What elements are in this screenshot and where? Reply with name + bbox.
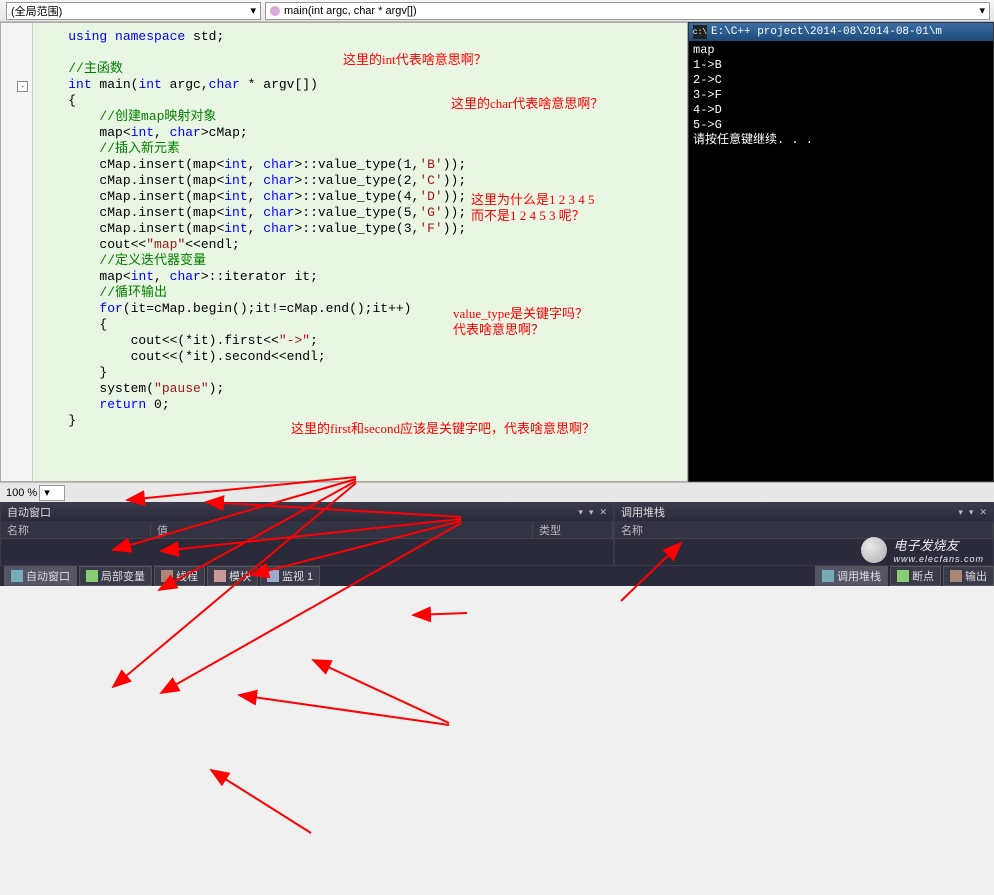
scope-text: (全局范围) (11, 3, 62, 19)
bottom-panels: 自动窗口 名称 值 类型 调用堆栈 名称 (0, 502, 994, 566)
zoom-value: 100 % (6, 487, 37, 499)
tab-label: 输出 (965, 568, 987, 584)
chevron-down-icon: ▾ (250, 4, 256, 17)
tab-label: 调用堆栈 (837, 568, 881, 584)
console-window: c:\ E:\C++ project\2014-08\2014-08-01\m … (688, 22, 994, 482)
tab-icon (822, 570, 834, 582)
auto-window-panel: 自动窗口 名称 值 类型 (0, 502, 614, 566)
tab-icon (267, 570, 279, 582)
tab-label: 自动窗口 (26, 568, 70, 584)
method-icon (270, 6, 280, 16)
bottom-tab[interactable]: 调用堆栈 (815, 566, 888, 586)
tab-icon (897, 570, 909, 582)
console-body: map1->B2->C3->F4->D5->G请按任意键继续. . . (689, 41, 993, 150)
code-editor[interactable]: - using namespace std; //主函数 int main(in… (0, 22, 688, 482)
auto-window-header: 名称 值 类型 (1, 521, 613, 539)
console-line: 4->D (693, 103, 989, 118)
zoom-bar: 100 % ▾ (0, 482, 994, 502)
tab-label: 模块 (229, 568, 251, 584)
tab-label: 监视 1 (282, 568, 313, 584)
col-name[interactable]: 名称 (1, 522, 151, 538)
tab-icon (86, 570, 98, 582)
console-line: 1->B (693, 58, 989, 73)
pin-icon[interactable] (969, 506, 974, 518)
gutter: - (1, 23, 33, 481)
auto-window-title-text: 自动窗口 (7, 504, 51, 520)
auto-window-title[interactable]: 自动窗口 (1, 503, 613, 521)
tab-icon (161, 570, 173, 582)
main-area: - using namespace std; //主函数 int main(in… (0, 22, 994, 482)
console-icon: c:\ (693, 25, 707, 39)
bottom-tab[interactable]: 输出 (943, 566, 994, 586)
fold-icon[interactable]: - (17, 81, 28, 92)
tab-label: 局部变量 (101, 568, 145, 584)
tab-label: 断点 (912, 568, 934, 584)
tab-icon (950, 570, 962, 582)
console-line: 2->C (693, 73, 989, 88)
col-type[interactable]: 类型 (533, 522, 613, 538)
pin-icon[interactable] (589, 506, 594, 518)
bottom-tab[interactable]: 自动窗口 (4, 566, 77, 586)
console-line: 5->G (693, 118, 989, 133)
console-line: 请按任意键继续. . . (693, 133, 989, 148)
scope-dropdown[interactable]: (全局范围) ▾ (6, 2, 261, 20)
col-value[interactable]: 值 (151, 522, 533, 538)
bottom-tab[interactable]: 监视 1 (260, 566, 320, 586)
tab-label: 线程 (176, 568, 198, 584)
bottom-tab[interactable]: 线程 (154, 566, 205, 586)
scope-bar: (全局范围) ▾ main(int argc, char * argv[]) ▾ (0, 0, 994, 22)
bottom-tab[interactable]: 断点 (890, 566, 941, 586)
console-titlebar[interactable]: c:\ E:\C++ project\2014-08\2014-08-01\m (689, 23, 993, 41)
function-dropdown[interactable]: main(int argc, char * argv[]) ▾ (265, 2, 990, 20)
function-text: main(int argc, char * argv[]) (284, 5, 417, 17)
callstack-title-text: 调用堆栈 (621, 504, 665, 520)
col-name[interactable]: 名称 (615, 522, 993, 538)
dropdown-icon[interactable] (958, 506, 963, 518)
tab-icon (11, 570, 23, 582)
callstack-panel: 调用堆栈 名称 (614, 502, 994, 566)
bottom-tab[interactable]: 模块 (207, 566, 258, 586)
console-line: map (693, 43, 989, 58)
close-icon[interactable] (599, 506, 607, 518)
code-content: using namespace std; //主函数 int main(int … (37, 23, 687, 435)
callstack-title[interactable]: 调用堆栈 (615, 503, 993, 521)
bottom-tab-strip: 自动窗口 局部变量 线程 模块 监视 1 调用堆栈 断点 输出 (0, 566, 994, 586)
chevron-down-icon: ▾ (979, 4, 985, 17)
console-title-text: E:\C++ project\2014-08\2014-08-01\m (711, 25, 942, 40)
tab-icon (214, 570, 226, 582)
console-line: 3->F (693, 88, 989, 103)
bottom-tab[interactable]: 局部变量 (79, 566, 152, 586)
close-icon[interactable] (979, 506, 987, 518)
zoom-dropdown[interactable]: ▾ (39, 485, 65, 501)
callstack-header: 名称 (615, 521, 993, 539)
dropdown-icon[interactable] (578, 506, 583, 518)
